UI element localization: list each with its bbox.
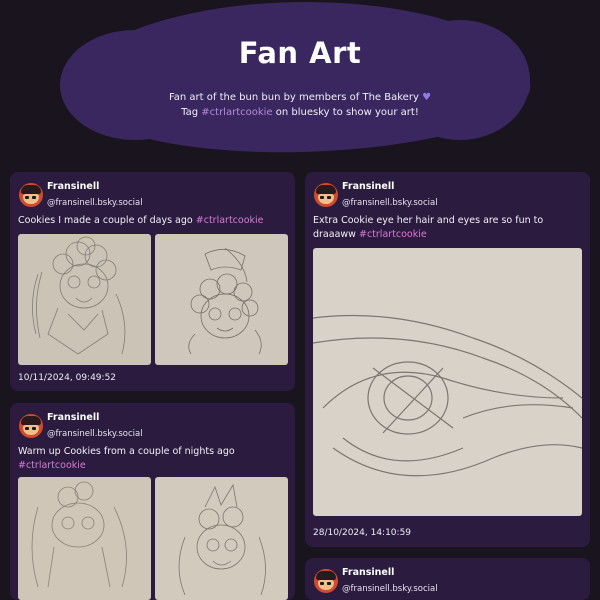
subtitle-tag-prefix: Tag [181,107,199,118]
post-text-body: Cookies I made a couple of days ago [18,215,193,226]
post-image[interactable] [18,234,151,365]
sketch-drawing [178,483,266,596]
post-timestamp: 10/11/2024, 09:49:52 [18,373,117,383]
author-avatar[interactable] [19,183,43,207]
page-subtitle: Fan art of the bun bun by members of The… [0,90,600,120]
author-handle[interactable]: @fransinell.bsky.social [342,198,438,208]
post-card[interactable]: Fransinell @fransinell.bsky.social Cooki… [10,172,295,391]
post-text: Cookies I made a couple of days ago #ctr… [18,214,288,228]
author-name[interactable]: Fransinell [342,181,394,192]
post-image[interactable] [18,477,151,600]
post-image[interactable] [313,248,582,516]
author-name[interactable]: Fransinell [47,412,99,423]
author-handle[interactable]: @fransinell.bsky.social [47,198,143,208]
post-hashtag-link[interactable]: #ctrlartcookie [196,215,264,226]
author-handle[interactable]: @fransinell.bsky.social [342,584,438,594]
author-name[interactable]: Fransinell [47,181,99,192]
post-hashtag-link[interactable]: #ctrlartcookie [18,460,86,471]
post-timestamp: 28/10/2024, 14:10:59 [313,528,412,538]
sketch-drawing [31,481,127,588]
sketch-drawing [188,247,262,355]
author-name[interactable]: Fransinell [342,567,394,578]
page-title: Fan Art [238,36,362,70]
post-text-body: Extra Cookie eye her hair and eyes are s… [313,215,544,240]
post-hashtag-link[interactable]: #ctrlartcookie [359,229,427,240]
page-header: Fan Art Fan art of the bun bun by member… [0,0,600,160]
sketch-drawing [32,236,126,355]
author-avatar[interactable] [314,183,338,207]
author-avatar[interactable] [19,414,43,438]
heart-icon: ♥ [422,92,432,103]
post-card[interactable]: Fransinell @fransinell.bsky.social Warm … [10,403,295,600]
subtitle-tag-suffix: on bluesky to show your art! [275,107,419,118]
author-handle[interactable]: @fransinell.bsky.social [47,429,143,439]
post-text-body: Warm up Cookies from a couple of nights … [18,446,235,457]
post-image[interactable] [155,477,288,600]
post-card[interactable]: Fransinell @fransinell.bsky.social Extra… [305,172,590,547]
post-text: Extra Cookie eye her hair and eyes are s… [313,214,578,242]
subtitle-hashtag-link[interactable]: #ctrlartcookie [201,107,272,118]
post-image[interactable] [155,234,288,365]
author-avatar[interactable] [314,569,338,593]
post-card[interactable]: Fransinell @fransinell.bsky.social [305,558,590,600]
sketch-drawing [313,314,582,477]
post-text: Warm up Cookies from a couple of nights … [18,445,278,473]
subtitle-line1: Fan art of the bun bun by members of The… [168,92,419,103]
